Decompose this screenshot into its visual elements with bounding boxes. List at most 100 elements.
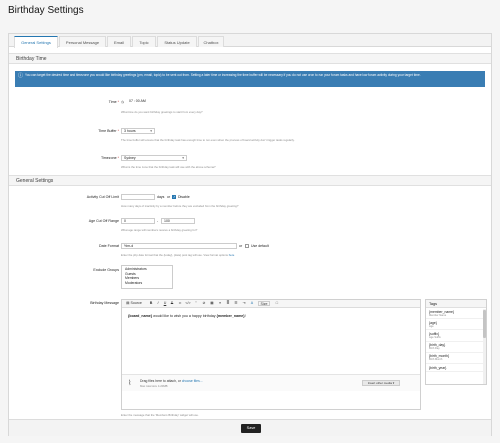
time-label: Time * xyxy=(109,100,119,104)
source-button[interactable]: ▤ Source xyxy=(125,301,143,306)
birthday-message-label: Birthday Message xyxy=(90,301,119,305)
exclude-groups-label: Exclude Groups xyxy=(93,268,119,272)
spoiler-icon[interactable]: ⊘ xyxy=(201,301,207,306)
tag-item[interactable]: {suffix} Age Suffix xyxy=(426,330,486,342)
activity-cutoff-label: Activity Cut Off Limit xyxy=(86,195,119,199)
disable-checkbox[interactable] xyxy=(172,195,176,199)
required-marker: * xyxy=(117,129,119,133)
message-text: would like to wish you a happy birthday xyxy=(152,314,217,318)
bold-button[interactable]: B xyxy=(148,301,154,306)
indent-icon[interactable]: ⇥ xyxy=(241,301,247,306)
max-size-text: Max total size 4.20MB xyxy=(140,384,168,388)
time-buffer-select[interactable]: 3 hours xyxy=(121,128,155,134)
date-format-input[interactable]: %m-d xyxy=(121,243,237,249)
attach-text: Drag files here to attach, or choose fil… xyxy=(140,379,203,383)
text-color-icon[interactable]: A xyxy=(249,301,255,306)
notice-text: You can target the desired time and time… xyxy=(25,73,421,77)
or-text: or xyxy=(167,195,171,199)
age-max-input[interactable]: 100 xyxy=(161,218,195,224)
attachment-area[interactable]: ⌇ Drag files here to attach, or choose f… xyxy=(122,374,420,391)
age-min-input[interactable]: 0 xyxy=(121,218,155,224)
size-dropdown[interactable]: Size xyxy=(258,301,270,306)
format-options-link[interactable]: here xyxy=(229,253,235,257)
tab-topic[interactable]: Topic xyxy=(132,36,156,47)
numbered-list-icon[interactable]: ≣ xyxy=(225,301,231,306)
underline-button[interactable]: U xyxy=(162,301,168,306)
tab-status-update[interactable]: Status Update xyxy=(157,36,197,47)
board-name-tag: {board_name} xyxy=(128,314,153,318)
align-icon[interactable]: ☰ xyxy=(233,301,239,306)
clock-icon: ◷ xyxy=(121,100,125,104)
timezone-hint: What is the time zone that the birthday … xyxy=(121,165,216,169)
timezone-label: Timezone * xyxy=(101,156,119,160)
insert-media-button[interactable]: Insert other media ▾ xyxy=(362,380,400,386)
activity-cutoff-hint: How many days of inactivity by a member … xyxy=(121,204,239,208)
form-footer: Save xyxy=(9,419,491,436)
tags-scrollbar-thumb[interactable] xyxy=(483,310,486,338)
required-marker: * xyxy=(117,100,119,104)
date-format-or: or xyxy=(239,244,243,248)
editor-content[interactable]: {board_name} would like to wish you a ha… xyxy=(128,314,246,318)
tag-item[interactable]: {birth_month} Birth Month xyxy=(426,353,486,365)
strike-button[interactable]: S xyxy=(169,301,175,306)
editor-toolbar: ▤ Source B I U S ∞ </> ” ⊘ ▦ ≡ ≣ ☰ ⇥ A S… xyxy=(122,300,420,308)
tag-desc: Member Name xyxy=(429,313,447,317)
timezone-value: Sydney xyxy=(124,156,136,160)
tag-desc: Age xyxy=(429,324,434,328)
quote-icon[interactable]: ” xyxy=(193,301,199,306)
timezone-select[interactable]: Sydney xyxy=(121,155,187,161)
days-unit: days xyxy=(157,195,165,199)
preview-icon[interactable]: □ xyxy=(274,301,280,306)
date-format-hint-text: Enter the php date format that the {toda… xyxy=(121,253,228,257)
exclude-groups-listbox[interactable]: Administrators Guests Members Moderators xyxy=(121,265,173,289)
italic-button[interactable]: I xyxy=(155,301,161,306)
tag-item[interactable]: {age} Age xyxy=(426,319,486,331)
disable-label: Disable xyxy=(178,195,190,199)
time-label-text: Time xyxy=(108,100,117,104)
tab-general-settings[interactable]: General Settings xyxy=(14,36,58,48)
date-format-label: Date Format xyxy=(99,244,119,248)
info-icon: ⓘ xyxy=(18,73,24,79)
use-default-checkbox[interactable] xyxy=(245,244,249,248)
link-icon[interactable]: ∞ xyxy=(177,301,183,306)
table-icon[interactable]: ▦ xyxy=(209,301,215,306)
timezone-label-text: Timezone xyxy=(100,156,117,160)
birthday-message-hint: Enter the message that the 'Members Birt… xyxy=(121,413,199,417)
save-button[interactable]: Save xyxy=(241,424,261,433)
choose-files-link[interactable]: choose files... xyxy=(182,379,203,383)
tab-bar: General Settings Personal Message Email … xyxy=(9,34,491,48)
message-editor: ▤ Source B I U S ∞ </> ” ⊘ ▦ ≡ ≣ ☰ ⇥ A S… xyxy=(121,299,421,410)
date-format-hint: Enter the php date format that the {toda… xyxy=(121,253,234,257)
time-buffer-value: 3 hours xyxy=(124,129,136,133)
tag-name: {birth_year} xyxy=(429,365,447,370)
settings-panel: General Settings Personal Message Email … xyxy=(8,33,492,436)
member-name-tag: {member_name} xyxy=(216,314,245,318)
bullet-list-icon[interactable]: ≡ xyxy=(217,301,223,306)
tag-item[interactable]: {member_name} Member Name xyxy=(426,308,486,320)
tag-item[interactable]: {birth_day} Birth Day xyxy=(426,342,486,353)
tag-desc: Birth Day xyxy=(429,347,440,351)
time-buffer-label: Time Buffer * xyxy=(98,129,119,133)
tags-title: Tags xyxy=(426,300,486,308)
use-default-label: Use default xyxy=(251,244,269,248)
age-cutoff-hint: What age range will members receive a bi… xyxy=(121,228,198,232)
tab-email[interactable]: Email xyxy=(107,36,131,47)
section-general-settings: General Settings xyxy=(9,175,491,186)
source-label: Source xyxy=(130,301,142,305)
time-input[interactable]: 07 : 00 AM xyxy=(127,99,161,105)
tag-desc: Birth Month xyxy=(429,358,443,362)
tags-panel: Tags {member_name} Member Name {age} Age {… xyxy=(425,299,487,385)
activity-cutoff-input[interactable] xyxy=(121,194,155,200)
group-option[interactable]: Moderators xyxy=(125,281,169,286)
required-marker: * xyxy=(117,156,119,160)
message-end: ! xyxy=(244,314,246,318)
time-buffer-label-text: Time Buffer xyxy=(98,129,117,133)
age-cutoff-label: Age Cut Off Range xyxy=(88,219,119,223)
code-icon[interactable]: </> xyxy=(185,301,191,306)
tab-personal-message[interactable]: Personal Message xyxy=(59,36,106,47)
tab-chatbox[interactable]: Chatbox xyxy=(198,36,224,47)
page-title: Birthday Settings xyxy=(8,5,84,16)
tag-item[interactable]: {birth_year} xyxy=(426,364,486,373)
section-birthday-time: Birthday Time xyxy=(9,53,491,64)
paperclip-icon: ⌇ xyxy=(128,380,132,387)
